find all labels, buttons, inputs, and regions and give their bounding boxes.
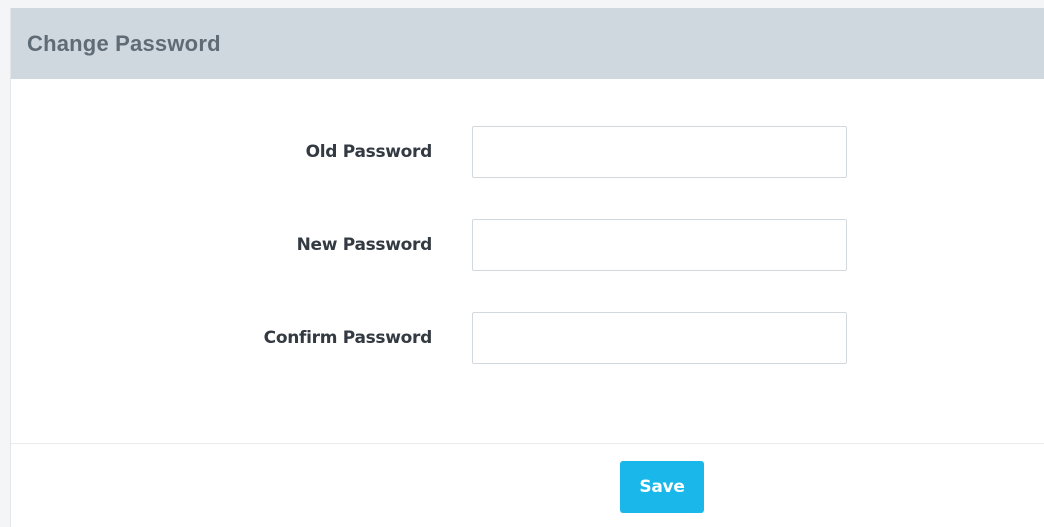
new-password-input[interactable] [472,219,847,271]
old-password-input[interactable] [472,126,847,178]
confirm-password-label: Confirm Password [263,328,433,348]
old-password-row: Old Password [11,126,1044,178]
panel-title: Change Password [27,30,221,56]
panel-footer: Save [11,444,1044,527]
new-password-row: New Password [11,219,1044,271]
confirm-password-input[interactable] [472,312,847,364]
confirm-password-row: Confirm Password [11,312,1044,364]
panel-header: Change Password [11,8,1044,79]
new-password-label: New Password [296,235,433,255]
save-button[interactable]: Save [620,461,704,513]
old-password-label: Old Password [305,142,433,162]
change-password-panel: Change Password Old Password New Passwor… [10,8,1044,527]
change-password-form: Old Password New Password Confirm Passwo… [11,79,1044,444]
